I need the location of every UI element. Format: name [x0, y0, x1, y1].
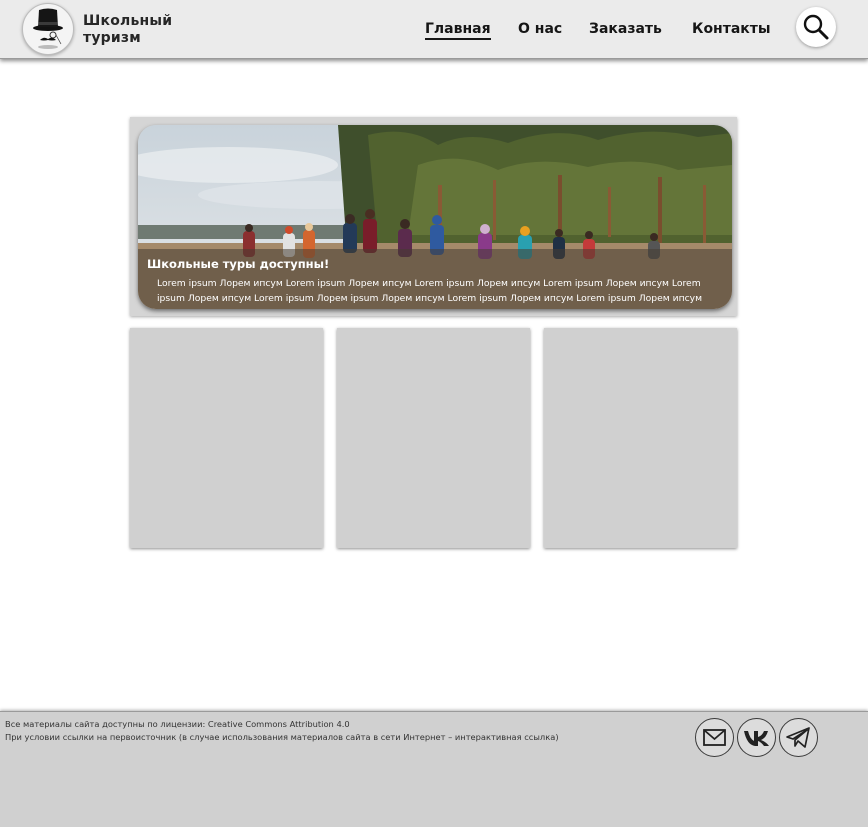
content-card-3[interactable]	[544, 328, 737, 548]
hero-text: Lorem ipsum Лорем ипсум Lorem ipsum Лоре…	[157, 278, 703, 304]
telegram-icon	[786, 727, 810, 748]
license-text: Все материалы сайта доступны по лицензии…	[5, 719, 350, 729]
search-icon	[803, 14, 829, 40]
brand-name: Школьный туризм	[83, 13, 172, 47]
site-footer: Все материалы сайта доступны по лицензии…	[0, 711, 868, 827]
nav-link-order[interactable]: Заказать	[589, 21, 662, 37]
vk-icon	[744, 731, 769, 746]
vk-link[interactable]	[737, 718, 776, 757]
nav-link-about[interactable]: О нас	[518, 21, 562, 37]
logo[interactable]	[22, 3, 74, 55]
content-card-2[interactable]	[337, 328, 530, 548]
telegram-link[interactable]	[779, 718, 818, 757]
content-card-1[interactable]	[130, 328, 323, 548]
hero-title: Школьные туры доступны!	[147, 257, 330, 271]
mail-icon	[703, 729, 726, 746]
top-hat-mustache-icon	[33, 8, 63, 49]
site-header: Школьный туризм Главная О нас Заказать К…	[0, 0, 868, 59]
attribution-text: При условии ссылки на первоисточник (в с…	[5, 732, 559, 742]
mail-link[interactable]	[695, 718, 734, 757]
hero-banner[interactable]: Школьные туры доступны! Lorem ipsum Лоре…	[138, 125, 732, 309]
hero-caption: Школьные туры доступны! Lorem ipsum Лоре…	[138, 249, 732, 309]
brand-line-1: Школьный	[83, 13, 173, 29]
nav-link-contacts[interactable]: Контакты	[692, 21, 771, 37]
nav-link-home[interactable]: Главная	[425, 21, 491, 40]
brand-line-2: туризм	[83, 30, 141, 46]
search-button[interactable]	[796, 7, 836, 47]
